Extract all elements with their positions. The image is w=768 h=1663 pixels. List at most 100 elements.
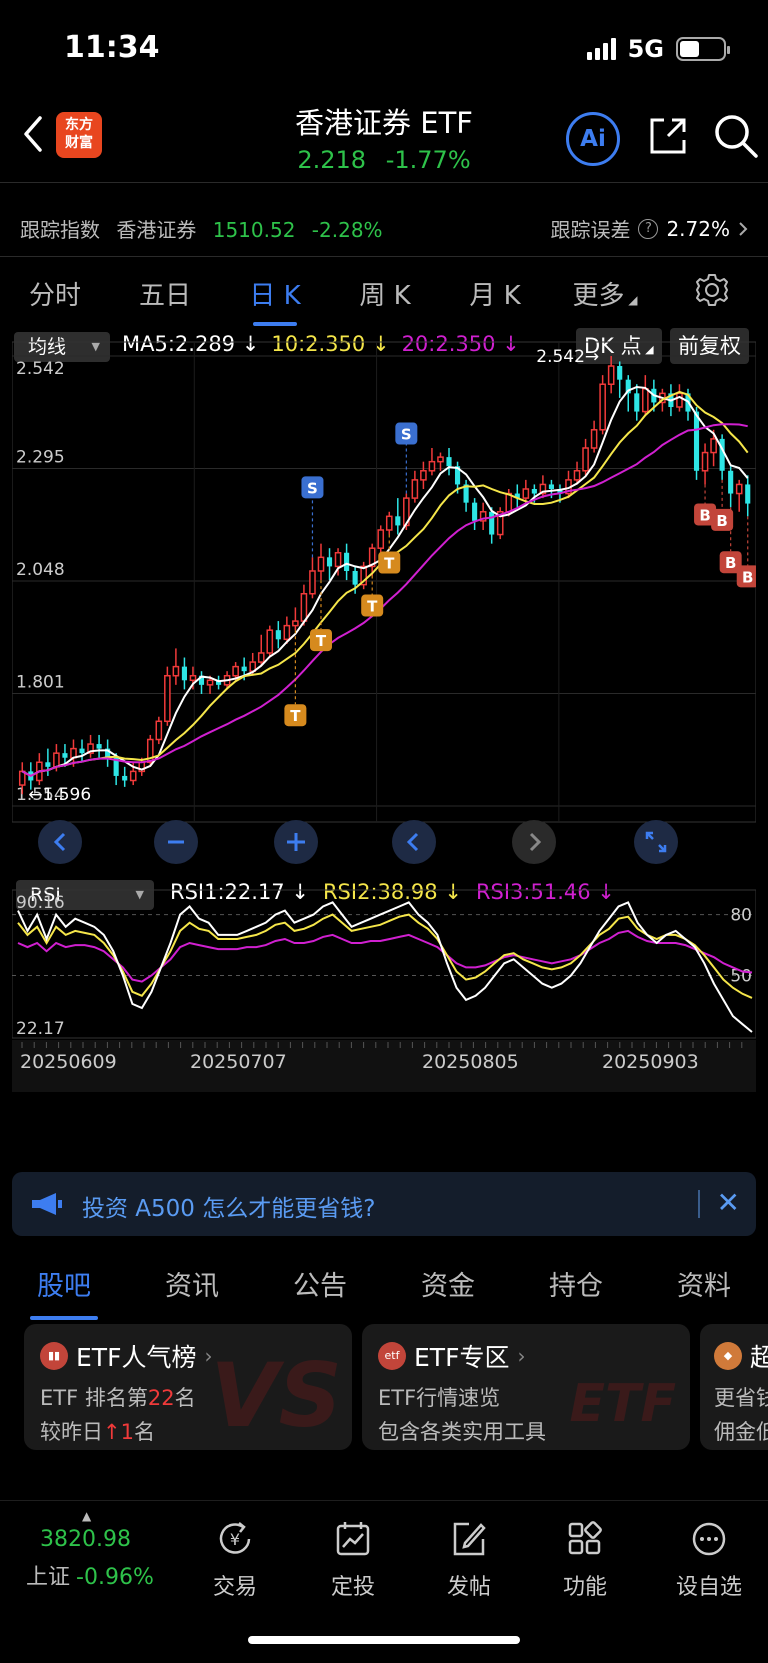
candle bbox=[105, 739, 111, 767]
signal-marker-s[interactable]: S bbox=[301, 476, 324, 558]
share-icon[interactable] bbox=[646, 114, 690, 158]
nav-functions[interactable]: 功能 bbox=[540, 1519, 630, 1601]
help-icon[interactable]: ? bbox=[638, 218, 659, 239]
megaphone-icon bbox=[32, 1193, 62, 1215]
candle bbox=[463, 479, 469, 512]
bottom-nav: ▲ 3820.98 上证 -0.96% ¥ 交易 定投 发帖 功能 设自选 bbox=[0, 1500, 768, 1620]
candle bbox=[198, 671, 205, 694]
ad-text[interactable]: 投资 A500 怎么才能更省钱? bbox=[82, 1189, 375, 1223]
close-icon[interactable]: ✕ bbox=[717, 1186, 740, 1219]
svg-text:T: T bbox=[384, 555, 395, 573]
svg-text:S: S bbox=[401, 426, 412, 444]
zoom-out-button[interactable] bbox=[154, 820, 198, 864]
tab-weekly-k[interactable]: 周 K bbox=[330, 275, 440, 312]
candle bbox=[701, 443, 709, 485]
calendar-chart-icon bbox=[336, 1522, 370, 1556]
x-tick-label: 20250707 bbox=[190, 1051, 287, 1073]
tab-more[interactable]: 更多 ◢ bbox=[550, 275, 660, 312]
candle bbox=[590, 420, 598, 453]
card-change-line: 较昨日↑1名 bbox=[40, 1420, 155, 1444]
y-tick-label: 2.048 bbox=[16, 560, 65, 580]
candle bbox=[266, 625, 274, 658]
candle bbox=[634, 384, 640, 421]
tab-intraday[interactable]: 分时 bbox=[0, 275, 110, 312]
grid-icon bbox=[568, 1521, 602, 1555]
index-value[interactable]: 3820.98 bbox=[40, 1527, 131, 1552]
card-line: ETF行情速览 bbox=[378, 1386, 501, 1410]
tab-monthly-k[interactable]: 月 K bbox=[440, 275, 550, 312]
candle bbox=[582, 438, 589, 476]
candle bbox=[257, 634, 265, 667]
fullscreen-button[interactable] bbox=[634, 820, 678, 864]
svg-text:B: B bbox=[699, 506, 710, 524]
card-watermark: VS bbox=[210, 1344, 342, 1447]
kline-chart[interactable]: 2.5422.2952.0481.8011.554 SSTTTTB BBB 2.5… bbox=[12, 322, 756, 882]
y-tick-label: 1.801 bbox=[16, 673, 65, 693]
back-icon[interactable] bbox=[18, 112, 48, 156]
divider bbox=[0, 256, 768, 257]
candle bbox=[377, 525, 385, 553]
ad-banner[interactable]: 投资 A500 怎么才能更省钱? ✕ bbox=[12, 1172, 756, 1236]
app-logo[interactable]: 东方 财富 bbox=[56, 112, 102, 158]
tracking-error[interactable]: 跟踪误差 ? 2.72% bbox=[550, 214, 748, 243]
candle bbox=[745, 475, 751, 517]
candle bbox=[735, 479, 743, 512]
tracking-index-change: -2.28% bbox=[311, 218, 383, 242]
tab-news[interactable]: 资讯 bbox=[128, 1264, 256, 1314]
etf-zone-card[interactable]: ETF etf ETF专区 › ETF行情速览 包含各类实用工具 bbox=[362, 1324, 690, 1450]
previous-button[interactable] bbox=[392, 820, 436, 864]
candle bbox=[155, 716, 163, 745]
nav-auto-invest[interactable]: 定投 bbox=[308, 1519, 398, 1601]
candle bbox=[479, 502, 487, 530]
low-price-label: ←1.596 bbox=[28, 785, 91, 805]
candle bbox=[607, 356, 615, 394]
zoom-in-button[interactable] bbox=[274, 820, 318, 864]
y-tick-label: 2.295 bbox=[16, 448, 65, 468]
change-percent: -1.77% bbox=[385, 146, 471, 174]
index-name[interactable]: 上证 -0.96% bbox=[26, 1559, 154, 1591]
yuan-cycle-icon: ¥ bbox=[219, 1522, 251, 1554]
page-title: 香港证券 ETF bbox=[295, 106, 473, 140]
gear-icon[interactable] bbox=[694, 272, 730, 308]
nav-trade[interactable]: ¥ 交易 bbox=[190, 1519, 280, 1601]
gift-icon: ◆ bbox=[714, 1342, 742, 1370]
nav-post[interactable]: 发帖 bbox=[424, 1519, 514, 1601]
next-button[interactable] bbox=[512, 820, 556, 864]
candle bbox=[164, 666, 171, 726]
tab-forum[interactable]: 股吧 bbox=[0, 1264, 128, 1320]
tracking-index-row[interactable]: 跟踪指数 香港证券 1510.52 -2.28% bbox=[20, 214, 393, 243]
candle bbox=[181, 657, 187, 690]
nav-add-watchlist[interactable]: 设自选 bbox=[664, 1519, 754, 1601]
bar-chart-icon: ▮▮ bbox=[40, 1342, 68, 1370]
caret-up-icon: ▲ bbox=[82, 1509, 92, 1523]
minus-icon bbox=[168, 840, 184, 844]
candle bbox=[292, 607, 299, 631]
chevron-left-icon bbox=[53, 832, 66, 852]
tab-holdings[interactable]: 持仓 bbox=[512, 1264, 640, 1314]
rsi-chart[interactable]: 80 50 90.16 22.17 20250609 20250707 20250805 2… bbox=[12, 880, 756, 1160]
tab-announcements[interactable]: 公告 bbox=[256, 1264, 384, 1314]
status-indicators: 5G bbox=[586, 34, 730, 64]
search-icon[interactable] bbox=[712, 112, 760, 160]
third-card[interactable]: ◆ 超 更省钱 佣金低 bbox=[700, 1324, 768, 1450]
svg-text:S: S bbox=[307, 479, 318, 497]
candle bbox=[514, 484, 520, 508]
scroll-left-button[interactable] bbox=[38, 820, 82, 864]
etf-popularity-card[interactable]: VS ▮▮ ETF人气榜 › ETF 排名第22名 较昨日↑1名 bbox=[24, 1324, 352, 1450]
candle bbox=[728, 466, 734, 508]
rsi-top-tick: 90.16 bbox=[16, 893, 65, 913]
tab-funds[interactable]: 资金 bbox=[384, 1264, 512, 1314]
card-line: 更省钱 bbox=[714, 1386, 768, 1410]
svg-text:T: T bbox=[367, 598, 378, 616]
battery-icon bbox=[676, 37, 730, 61]
more-dots-icon bbox=[692, 1522, 726, 1556]
home-indicator bbox=[248, 1636, 520, 1644]
ai-button[interactable]: Ai bbox=[566, 112, 620, 166]
tracking-index-name: 香港证券 bbox=[116, 218, 197, 242]
tab-daily-k[interactable]: 日 K bbox=[220, 275, 330, 326]
divider bbox=[0, 182, 768, 183]
x-tick-label: 20250805 bbox=[422, 1051, 519, 1073]
tab-five-day[interactable]: 五日 bbox=[110, 275, 220, 312]
card-line: 包含各类实用工具 bbox=[378, 1420, 546, 1444]
tab-profile[interactable]: 资料 bbox=[640, 1264, 768, 1314]
